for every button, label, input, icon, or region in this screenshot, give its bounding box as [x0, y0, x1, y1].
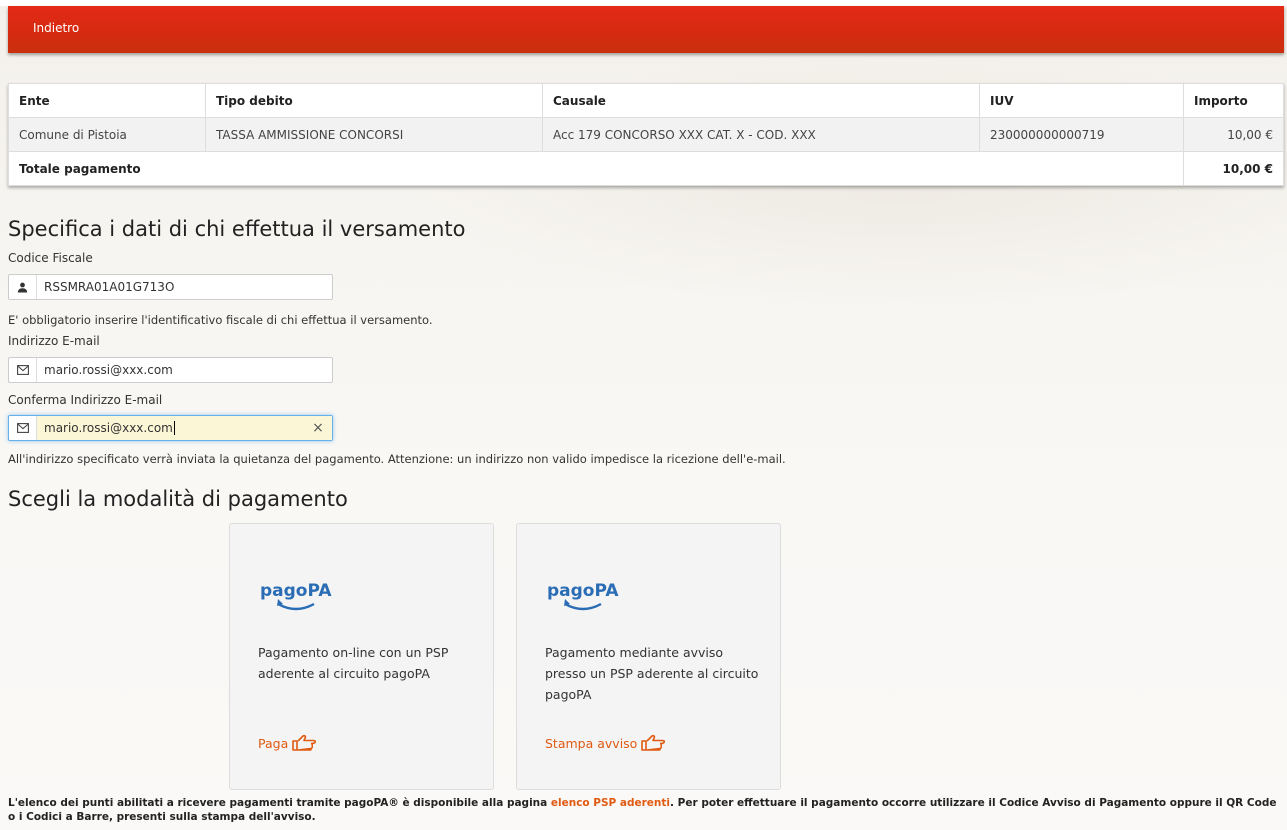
col-causale: Causale	[542, 83, 980, 118]
pointing-hand-icon	[641, 734, 666, 751]
total-row: Totale pagamento 10,00 €	[8, 151, 1284, 186]
online-payment-card[interactable]: pagoPA Pagamento on-line con un PSP ader…	[229, 523, 494, 790]
user-icon	[9, 275, 37, 299]
cf-label: Codice Fiscale	[8, 251, 93, 265]
print-notice-link[interactable]: Stampa avviso	[545, 734, 666, 752]
table-header-row: Ente Tipo debito Causale IUV Importo	[8, 83, 1284, 118]
cell-importo: 10,00 €	[1183, 117, 1284, 152]
print-notice-label: Stampa avviso	[545, 735, 638, 751]
footer-text-before: L'elenco dei punti abilitati a ricevere …	[8, 797, 551, 809]
cf-help-text: E' obbligatorio inserire l'identificativ…	[8, 313, 433, 327]
clear-icon[interactable]: ×	[304, 416, 332, 440]
email-field[interactable]: mario.rossi@xxx.com	[8, 357, 333, 383]
envelope-icon	[9, 358, 37, 382]
email-label: Indirizzo E-mail	[8, 334, 100, 348]
payer-heading: Specifica i dati di chi effettua il vers…	[8, 217, 466, 241]
email-input[interactable]: mario.rossi@xxx.com	[37, 358, 332, 382]
payment-heading: Scegli la modalità di pagamento	[8, 487, 348, 511]
col-iuv: IUV	[979, 83, 1184, 118]
online-payment-description: Pagamento on-line con un PSP aderente al…	[258, 645, 449, 681]
table-row: Comune di Pistoia TASSA AMMISSIONE CONCO…	[8, 117, 1284, 152]
pay-link[interactable]: Paga	[258, 734, 317, 752]
cell-tipo-debito: TASSA AMMISSIONE CONCORSI	[205, 117, 543, 152]
col-importo: Importo	[1183, 83, 1284, 118]
pay-label: Paga	[258, 735, 289, 751]
top-navbar: Indietro	[8, 6, 1284, 53]
col-tipo-debito: Tipo debito	[205, 83, 543, 118]
confirm-email-field[interactable]: mario.rossi@xxx.com ×	[8, 415, 333, 441]
confirm-email-label: Conferma Indirizzo E-mail	[8, 393, 163, 407]
svg-text:pagoPA: pagoPA	[547, 581, 619, 601]
email-help-text: All'indirizzo specificato verrà inviata …	[8, 452, 786, 466]
pagopa-logo: pagoPA	[547, 581, 619, 611]
cf-field[interactable]: RSSMRA01A01G713O	[8, 274, 333, 300]
col-ente: Ente	[8, 83, 206, 118]
cell-iuv: 230000000000719	[979, 117, 1184, 152]
svg-text:pagoPA: pagoPA	[260, 581, 332, 601]
cell-ente: Comune di Pistoia	[8, 117, 206, 152]
text-cursor	[173, 421, 175, 435]
total-label: Totale pagamento	[8, 151, 1184, 186]
envelope-icon	[9, 416, 37, 440]
back-link[interactable]: Indietro	[33, 21, 79, 35]
debt-table: Ente Tipo debito Causale IUV Importo Com…	[8, 83, 1284, 186]
confirm-email-value: mario.rossi@xxx.com	[44, 421, 173, 435]
pagopa-logo: pagoPA	[260, 581, 332, 611]
notice-payment-description: Pagamento mediante avviso presso un PSP …	[545, 645, 759, 702]
total-value: 10,00 €	[1183, 151, 1284, 186]
pointing-hand-icon	[292, 734, 317, 751]
cell-causale: Acc 179 CONCORSO XXX CAT. X - COD. XXX	[542, 117, 980, 152]
confirm-email-input[interactable]: mario.rossi@xxx.com	[37, 416, 304, 440]
cf-input[interactable]: RSSMRA01A01G713O	[37, 275, 332, 299]
psp-list-link[interactable]: elenco PSP aderenti	[551, 797, 670, 809]
notice-payment-card[interactable]: pagoPA Pagamento mediante avviso presso …	[516, 523, 781, 790]
footer-note: L'elenco dei punti abilitati a ricevere …	[8, 796, 1278, 824]
